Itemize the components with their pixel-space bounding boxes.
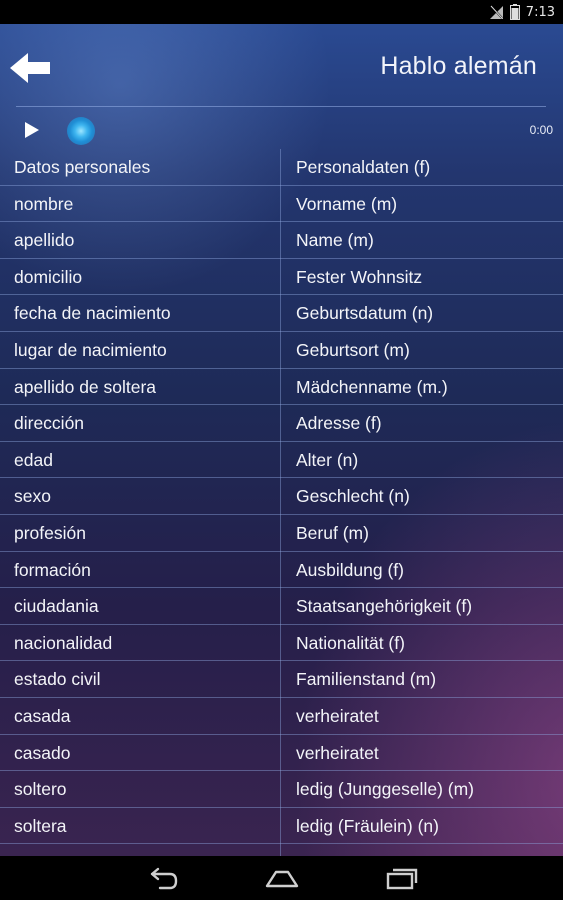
german-term: Vorname (m) — [296, 193, 398, 214]
spanish-term: ciudadania — [14, 596, 99, 617]
nav-recents-button[interactable] — [384, 864, 420, 892]
nav-back-icon — [150, 867, 178, 890]
spanish-term: casada — [14, 705, 71, 726]
german-term: Nationalität (f) — [296, 632, 405, 653]
vocabulary-table: Datos personales Personaldaten (f) nombre V… — [0, 149, 563, 856]
table-row[interactable]: nombre Vorname (m) — [0, 186, 563, 223]
spanish-term: lugar de nacimiento — [14, 339, 167, 360]
table-row[interactable]: casado verheiratet — [0, 735, 563, 772]
spanish-term: nacionalidad — [14, 632, 113, 653]
table-row[interactable]: apellido de soltera Mädchenname (m.) — [0, 369, 563, 406]
table-row[interactable]: sexo Geschlecht (n) — [0, 478, 563, 515]
page-title: Hablo alemán — [380, 52, 537, 80]
german-term: Adresse (f) — [296, 413, 382, 434]
table-row[interactable]: profesión Beruf (m) — [0, 515, 563, 552]
german-term: ledig (Junggeselle) (m) — [296, 779, 474, 800]
vocabulary-rows: Datos personales Personaldaten (f) nombre V… — [0, 149, 563, 845]
table-row[interactable]: soltera ledig (Fräulein) (n) — [0, 808, 563, 845]
german-term: Geburtsort (m) — [296, 339, 410, 360]
navigation-bar — [0, 856, 563, 900]
table-row[interactable]: nacionalidad Nationalität (f) — [0, 625, 563, 662]
table-row[interactable]: soltero ledig (Junggeselle) (m) — [0, 771, 563, 808]
german-term: Staatsangehörigkeit (f) — [296, 596, 473, 617]
spanish-term: apellido — [14, 230, 75, 251]
german-term: verheiratet — [296, 705, 379, 726]
spanish-term: edad — [14, 449, 53, 470]
nav-back-button[interactable] — [144, 864, 180, 892]
spanish-term: apellido de soltera — [14, 376, 157, 397]
spanish-term: nombre — [14, 193, 74, 214]
spanish-term: domicilio — [14, 266, 83, 287]
table-row[interactable]: fecha de nacimiento Geburtsdatum (n) — [0, 295, 563, 332]
header-divider — [16, 106, 546, 107]
playback-time: 0:00 — [529, 123, 553, 137]
spanish-term: sexo — [14, 486, 51, 507]
german-term: verheiratet — [296, 742, 379, 763]
german-term: Personaldaten (f) — [296, 157, 431, 177]
play-button[interactable] — [22, 120, 42, 140]
german-term: Mädchenname (m.) — [296, 376, 448, 397]
arrow-left-icon — [10, 53, 50, 83]
german-term: Beruf (m) — [296, 522, 369, 543]
status-icons: 7:13 — [488, 3, 555, 21]
spanish-term: formación — [14, 559, 91, 580]
nav-recents-icon — [386, 868, 418, 890]
no-signal-icon — [489, 5, 503, 19]
spanish-term: soltero — [14, 779, 67, 800]
back-button[interactable] — [8, 51, 52, 85]
battery-icon — [509, 4, 520, 20]
table-row[interactable]: dirección Adresse (f) — [0, 405, 563, 442]
spanish-term: dirección — [14, 413, 85, 434]
table-row[interactable]: domicilio Fester Wohnsitz — [0, 259, 563, 296]
table-row[interactable]: apellido Name (m) — [0, 222, 563, 259]
german-term: Geschlecht (n) — [296, 486, 410, 507]
app-screen: Hablo alemán 0:00 Datos personales Person… — [0, 24, 563, 856]
spanish-term: profesión — [14, 522, 86, 543]
table-row[interactable]: estado civil Familienstand (m) — [0, 661, 563, 698]
seek-slider-knob[interactable] — [67, 117, 95, 145]
table-row[interactable]: Datos personales Personaldaten (f) — [0, 149, 563, 186]
table-row[interactable]: ciudadania Staatsangehörigkeit (f) — [0, 588, 563, 625]
nav-home-icon — [265, 870, 299, 888]
german-term: Familienstand (m) — [296, 669, 437, 690]
spanish-term: Datos personales — [14, 157, 151, 177]
spanish-term: estado civil — [14, 669, 101, 690]
table-row[interactable]: edad Alter (n) — [0, 442, 563, 479]
spanish-term: fecha de nacimiento — [14, 303, 171, 324]
german-term: Ausbildung (f) — [296, 559, 404, 580]
german-term: Alter (n) — [296, 449, 359, 470]
german-term: Geburtsdatum (n) — [296, 303, 434, 324]
table-row[interactable]: formación Ausbildung (f) — [0, 552, 563, 589]
german-term: Fester Wohnsitz — [296, 266, 423, 287]
header: Hablo alemán 0:00 — [0, 24, 563, 149]
spanish-term: soltera — [14, 815, 67, 836]
german-term: Name (m) — [296, 230, 374, 251]
status-time: 7:13 — [525, 4, 555, 20]
table-row[interactable]: lugar de nacimiento Geburtsort (m) — [0, 332, 563, 369]
table-row[interactable]: casada verheiratet — [0, 698, 563, 735]
nav-home-button[interactable] — [264, 864, 300, 892]
spanish-term: casado — [14, 742, 71, 763]
status-bar: 7:13 — [0, 0, 563, 24]
german-term: ledig (Fräulein) (n) — [296, 815, 439, 836]
play-icon — [25, 122, 39, 138]
